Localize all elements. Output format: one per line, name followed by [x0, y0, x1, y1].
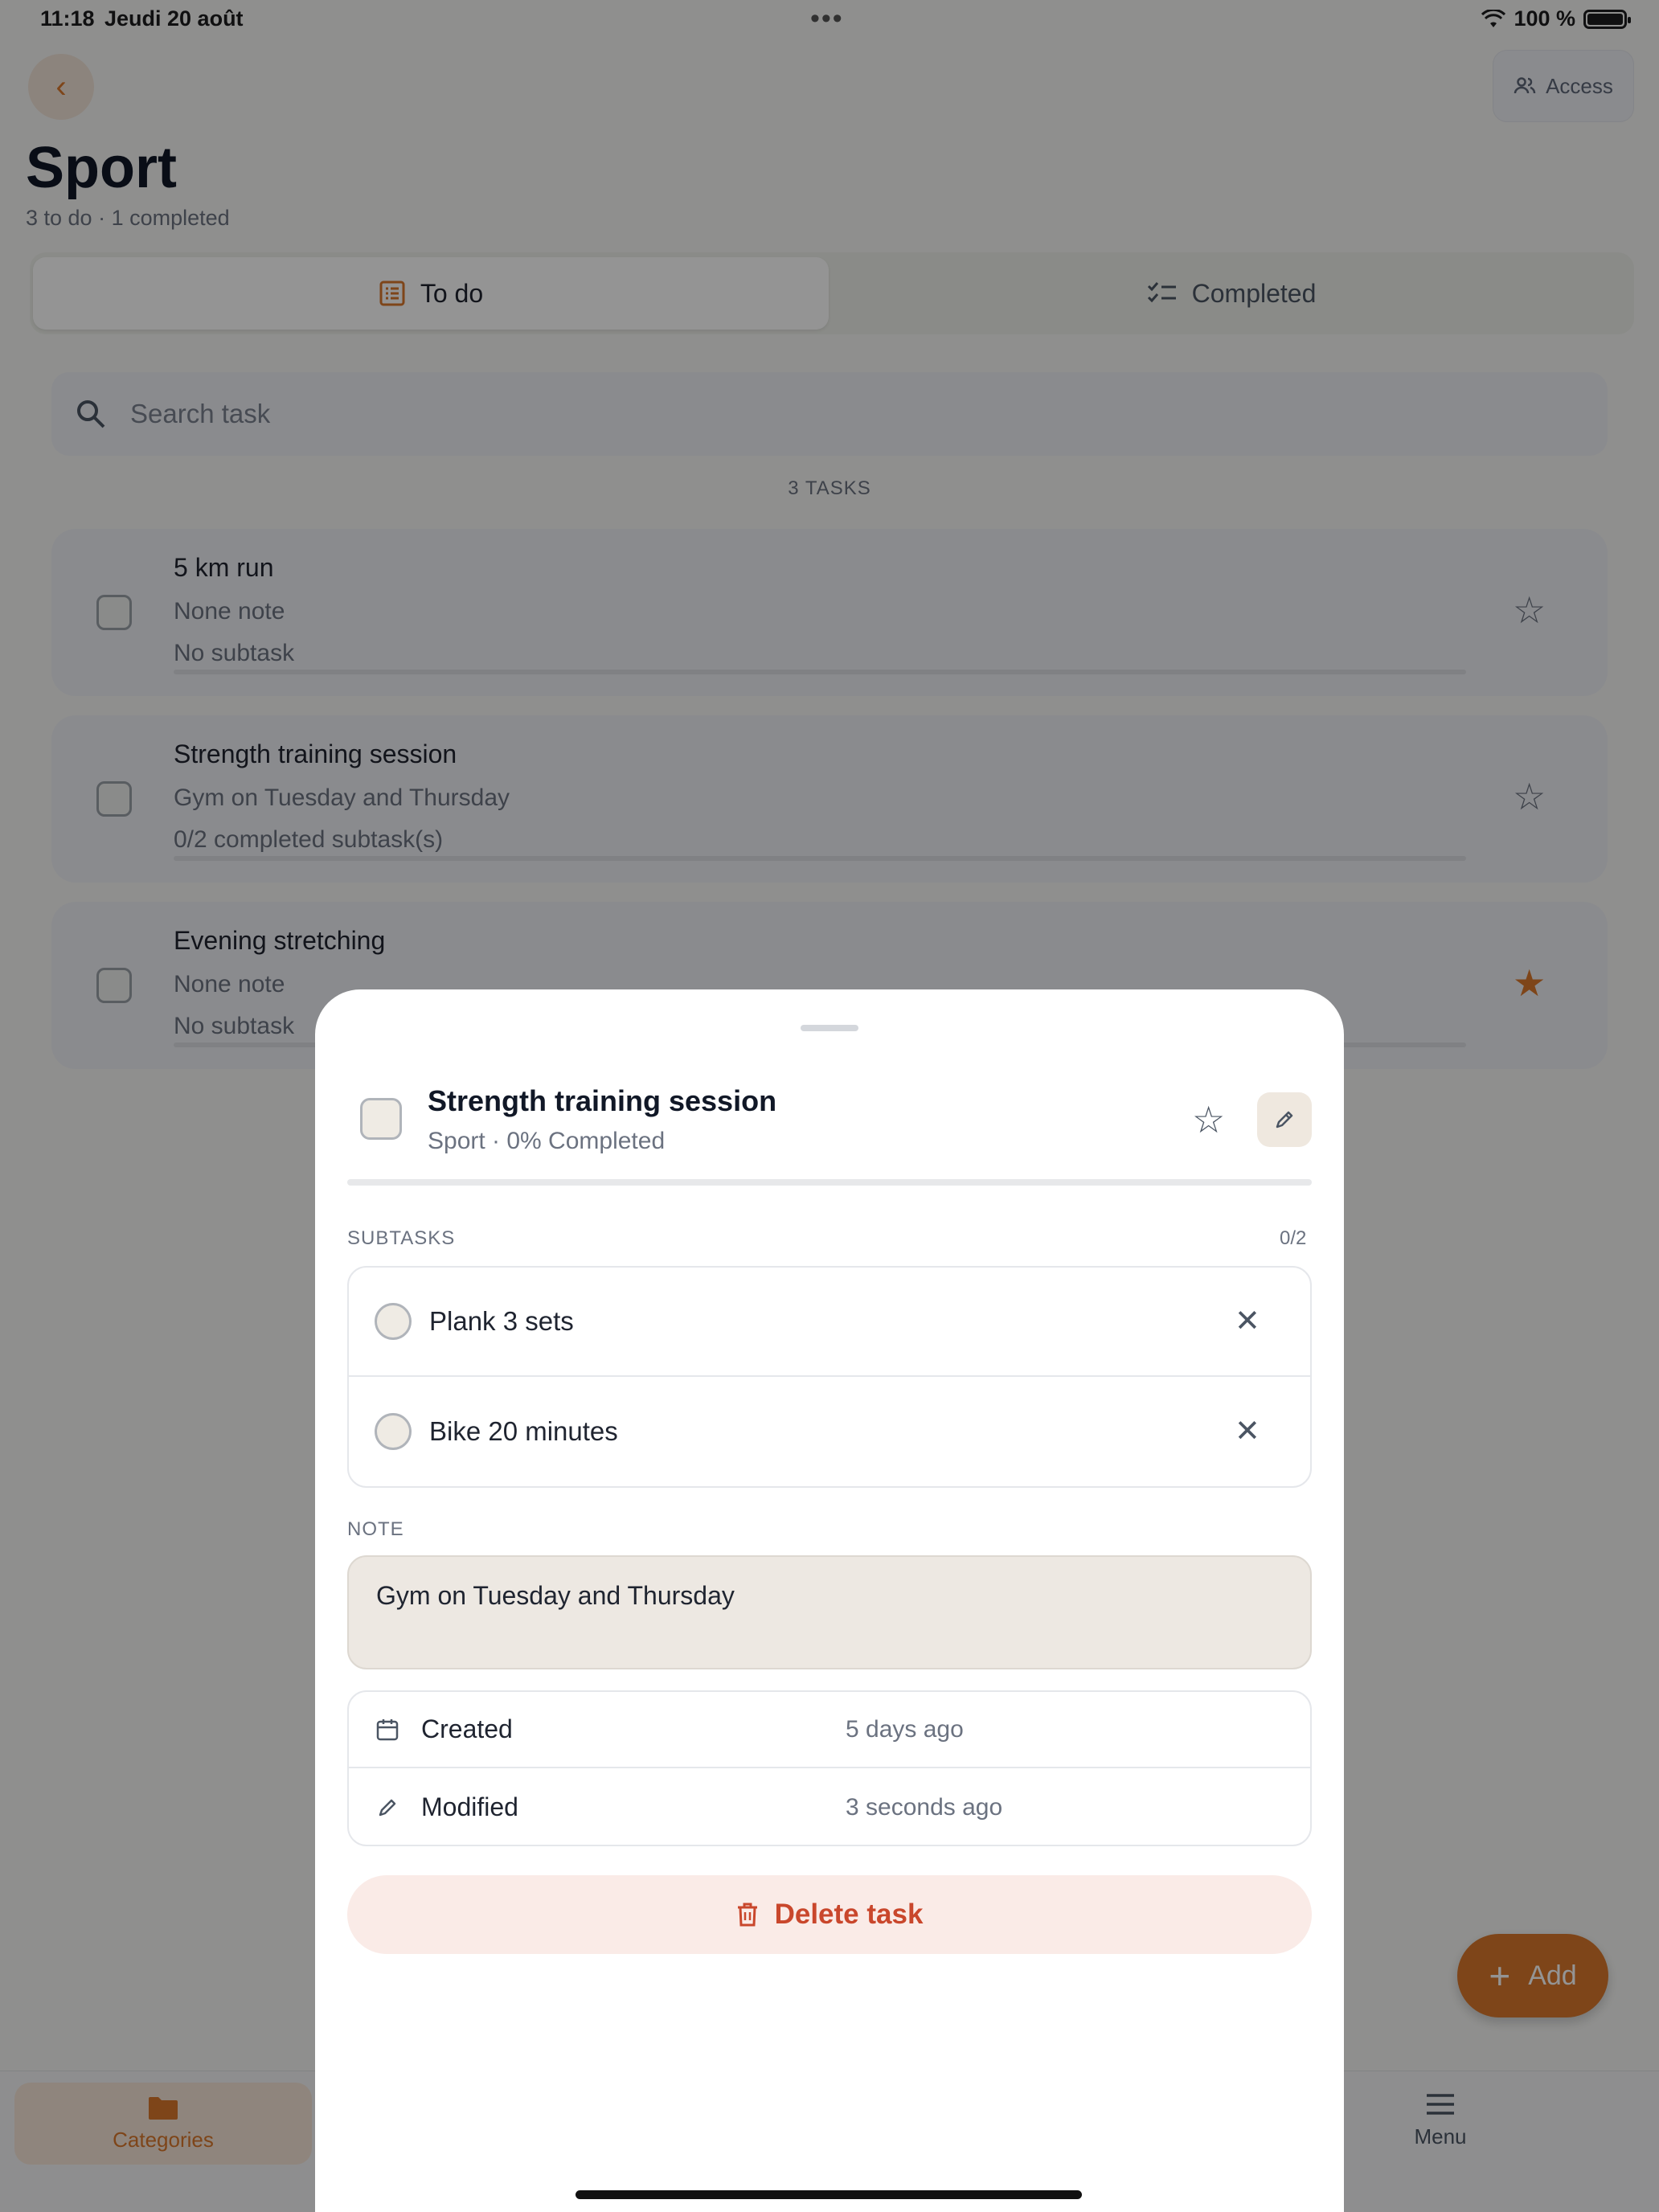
edit-button[interactable]: [1257, 1092, 1312, 1147]
subtask-label: Bike 20 minutes: [429, 1416, 618, 1446]
note-label: NOTE: [347, 1518, 404, 1540]
delete-task-button[interactable]: Delete task: [347, 1875, 1312, 1954]
sheet-grabber[interactable]: [801, 1025, 858, 1031]
modified-row: Modified 3 seconds ago: [349, 1769, 1310, 1845]
pencil-icon: [1276, 1111, 1293, 1129]
trash-icon: [737, 1903, 757, 1927]
task-checkbox[interactable]: [360, 1098, 402, 1140]
modified-label: Modified: [421, 1792, 518, 1821]
subtask-label: Plank 3 sets: [429, 1306, 574, 1336]
sheet-title: Strength training session: [428, 1084, 777, 1117]
subtask-row[interactable]: Plank 3 sets ✕: [349, 1268, 1310, 1377]
created-row: Created 5 days ago: [349, 1692, 1310, 1768]
subtasks-list: Plank 3 sets ✕ Bike 20 minutes ✕: [347, 1266, 1312, 1488]
subtask-checkbox[interactable]: [375, 1303, 412, 1340]
subtasks-count: 0/2: [1280, 1227, 1307, 1249]
task-detail-sheet: Strength training session Sport · 0% Com…: [315, 989, 1344, 2212]
close-icon[interactable]: ✕: [1235, 1306, 1260, 1337]
note-field[interactable]: Gym on Tuesday and Thursday: [347, 1555, 1312, 1669]
created-value: 5 days ago: [846, 1715, 964, 1743]
subtask-checkbox[interactable]: [375, 1413, 412, 1450]
subtasks-label: SUBTASKS: [347, 1227, 456, 1249]
home-indicator[interactable]: [576, 2190, 1082, 2199]
sheet-subtitle: Sport · 0% Completed: [428, 1128, 666, 1154]
sheet-progress-bar: [347, 1179, 1312, 1186]
delete-task-label: Delete task: [774, 1899, 924, 1930]
subtask-row[interactable]: Bike 20 minutes ✕: [349, 1377, 1310, 1486]
pencil-icon: [375, 1795, 400, 1821]
calendar-icon: [375, 1717, 400, 1743]
close-icon[interactable]: ✕: [1235, 1416, 1260, 1447]
task-metadata: Created 5 days ago Modified 3 seconds ag…: [347, 1690, 1312, 1846]
modified-value: 3 seconds ago: [846, 1793, 1003, 1821]
star-icon[interactable]: ☆: [1192, 1101, 1225, 1138]
created-label: Created: [421, 1714, 513, 1743]
